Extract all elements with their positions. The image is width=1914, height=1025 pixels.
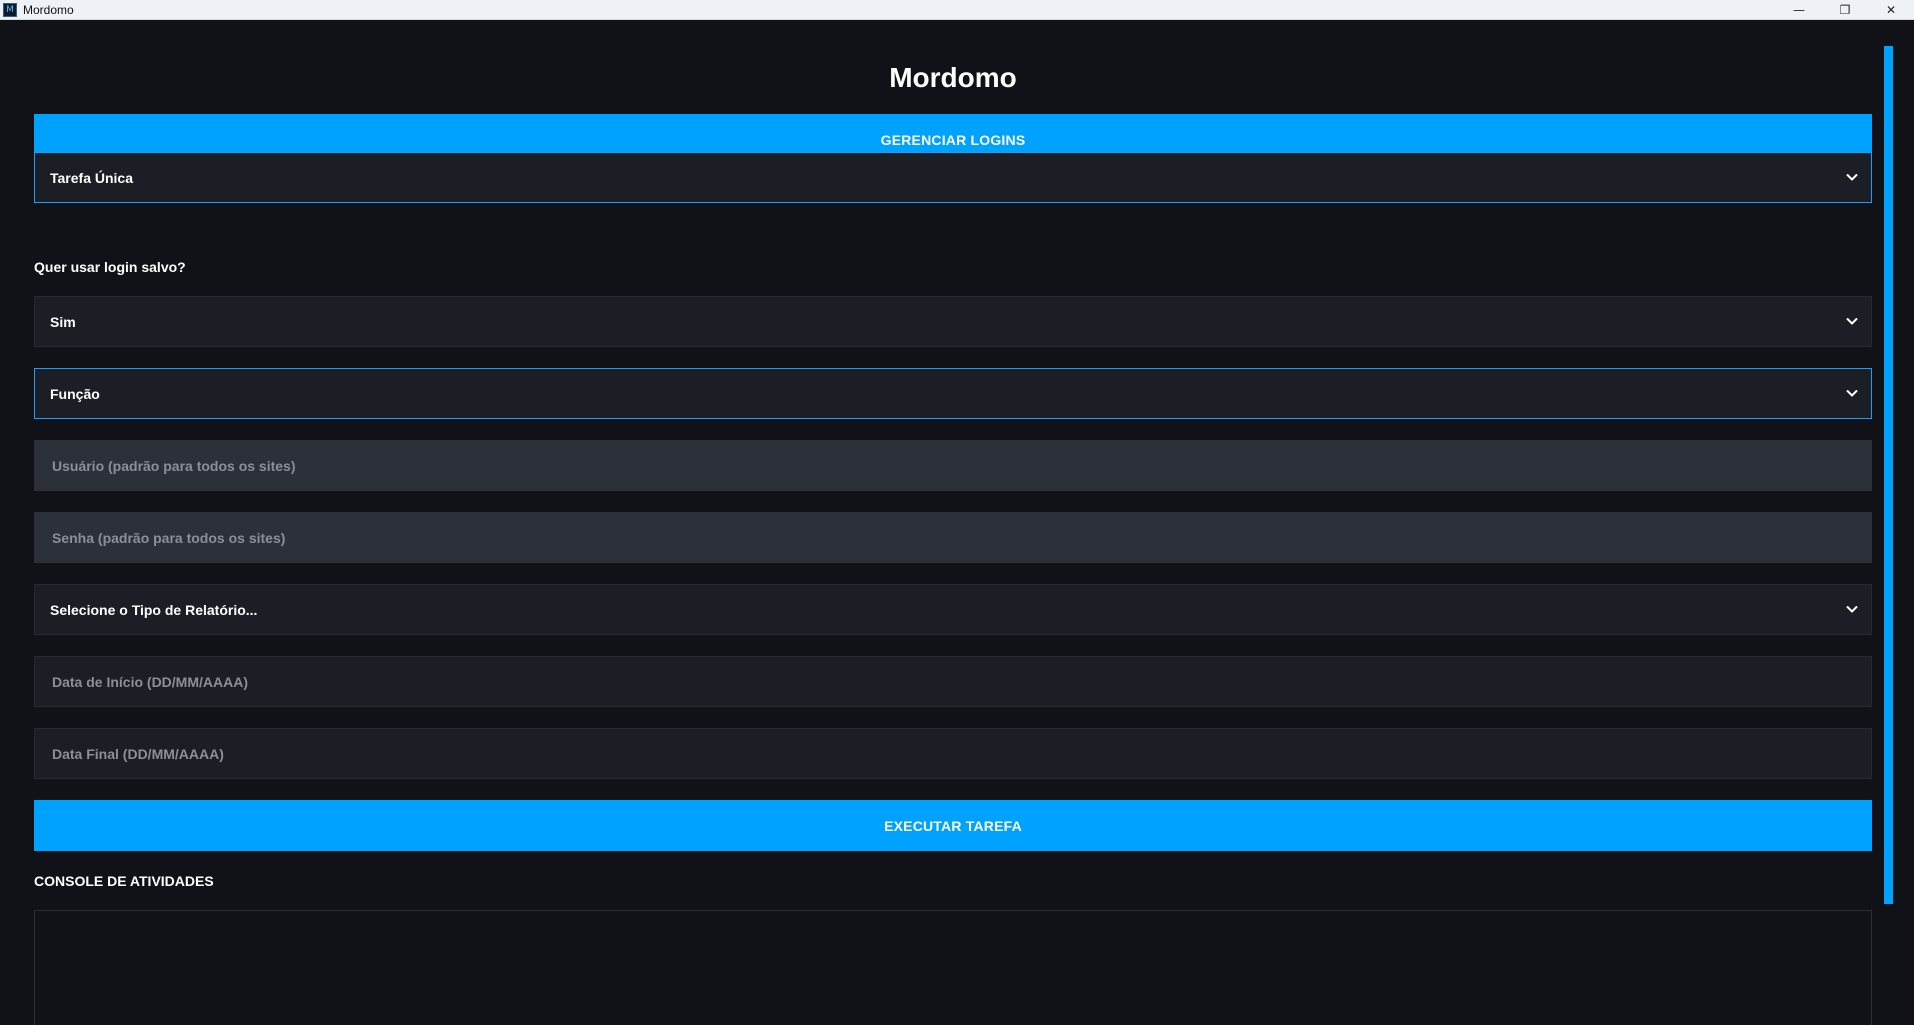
task-mode-value: Tarefa Única	[50, 169, 133, 186]
start-date-placeholder: Data de Início (DD/MM/AAAA)	[52, 673, 248, 690]
chevron-down-icon	[1846, 173, 1858, 181]
end-date-placeholder: Data Final (DD/MM/AAAA)	[52, 745, 224, 762]
chevron-down-icon	[1846, 317, 1858, 325]
chevron-down-icon	[1846, 605, 1858, 613]
minimize-button[interactable]: —	[1776, 0, 1822, 20]
username-input[interactable]: Usuário (padrão para todos os sites)	[34, 440, 1872, 491]
window-controls: — ❐ ✕	[1776, 0, 1914, 20]
chevron-down-icon	[1846, 389, 1858, 397]
report-type-select[interactable]: Selecione o Tipo de Relatório...	[34, 584, 1872, 635]
function-value: Função	[50, 385, 100, 402]
app-client-area: Mordomo GERENCIAR LOGINS Tarefa Única Qu…	[0, 20, 1914, 1025]
activity-console[interactable]	[34, 910, 1872, 1025]
execute-task-button[interactable]: EXECUTAR TAREFA	[34, 800, 1872, 851]
saved-login-select[interactable]: Sim	[34, 296, 1872, 347]
console-label: CONSOLE DE ATIVIDADES	[34, 873, 214, 889]
report-type-value: Selecione o Tipo de Relatório...	[50, 601, 258, 618]
end-date-input[interactable]: Data Final (DD/MM/AAAA)	[34, 728, 1872, 779]
maximize-button[interactable]: ❐	[1822, 0, 1868, 20]
task-mode-select[interactable]: Tarefa Única	[34, 152, 1872, 203]
password-input[interactable]: Senha (padrão para todos os sites)	[34, 512, 1872, 563]
saved-login-question: Quer usar login salvo?	[34, 259, 186, 275]
window-title: Mordomo	[23, 2, 74, 17]
close-button[interactable]: ✕	[1868, 0, 1914, 20]
app-icon: M	[3, 2, 17, 17]
username-placeholder: Usuário (padrão para todos os sites)	[52, 457, 296, 474]
saved-login-value: Sim	[50, 313, 76, 330]
vertical-scrollbar[interactable]	[1884, 46, 1893, 904]
page-title: Mordomo	[889, 62, 1017, 93]
function-select[interactable]: Função	[34, 368, 1872, 419]
window-titlebar: M Mordomo — ❐ ✕	[0, 0, 1914, 20]
password-placeholder: Senha (padrão para todos os sites)	[52, 529, 286, 546]
start-date-input[interactable]: Data de Início (DD/MM/AAAA)	[34, 656, 1872, 707]
